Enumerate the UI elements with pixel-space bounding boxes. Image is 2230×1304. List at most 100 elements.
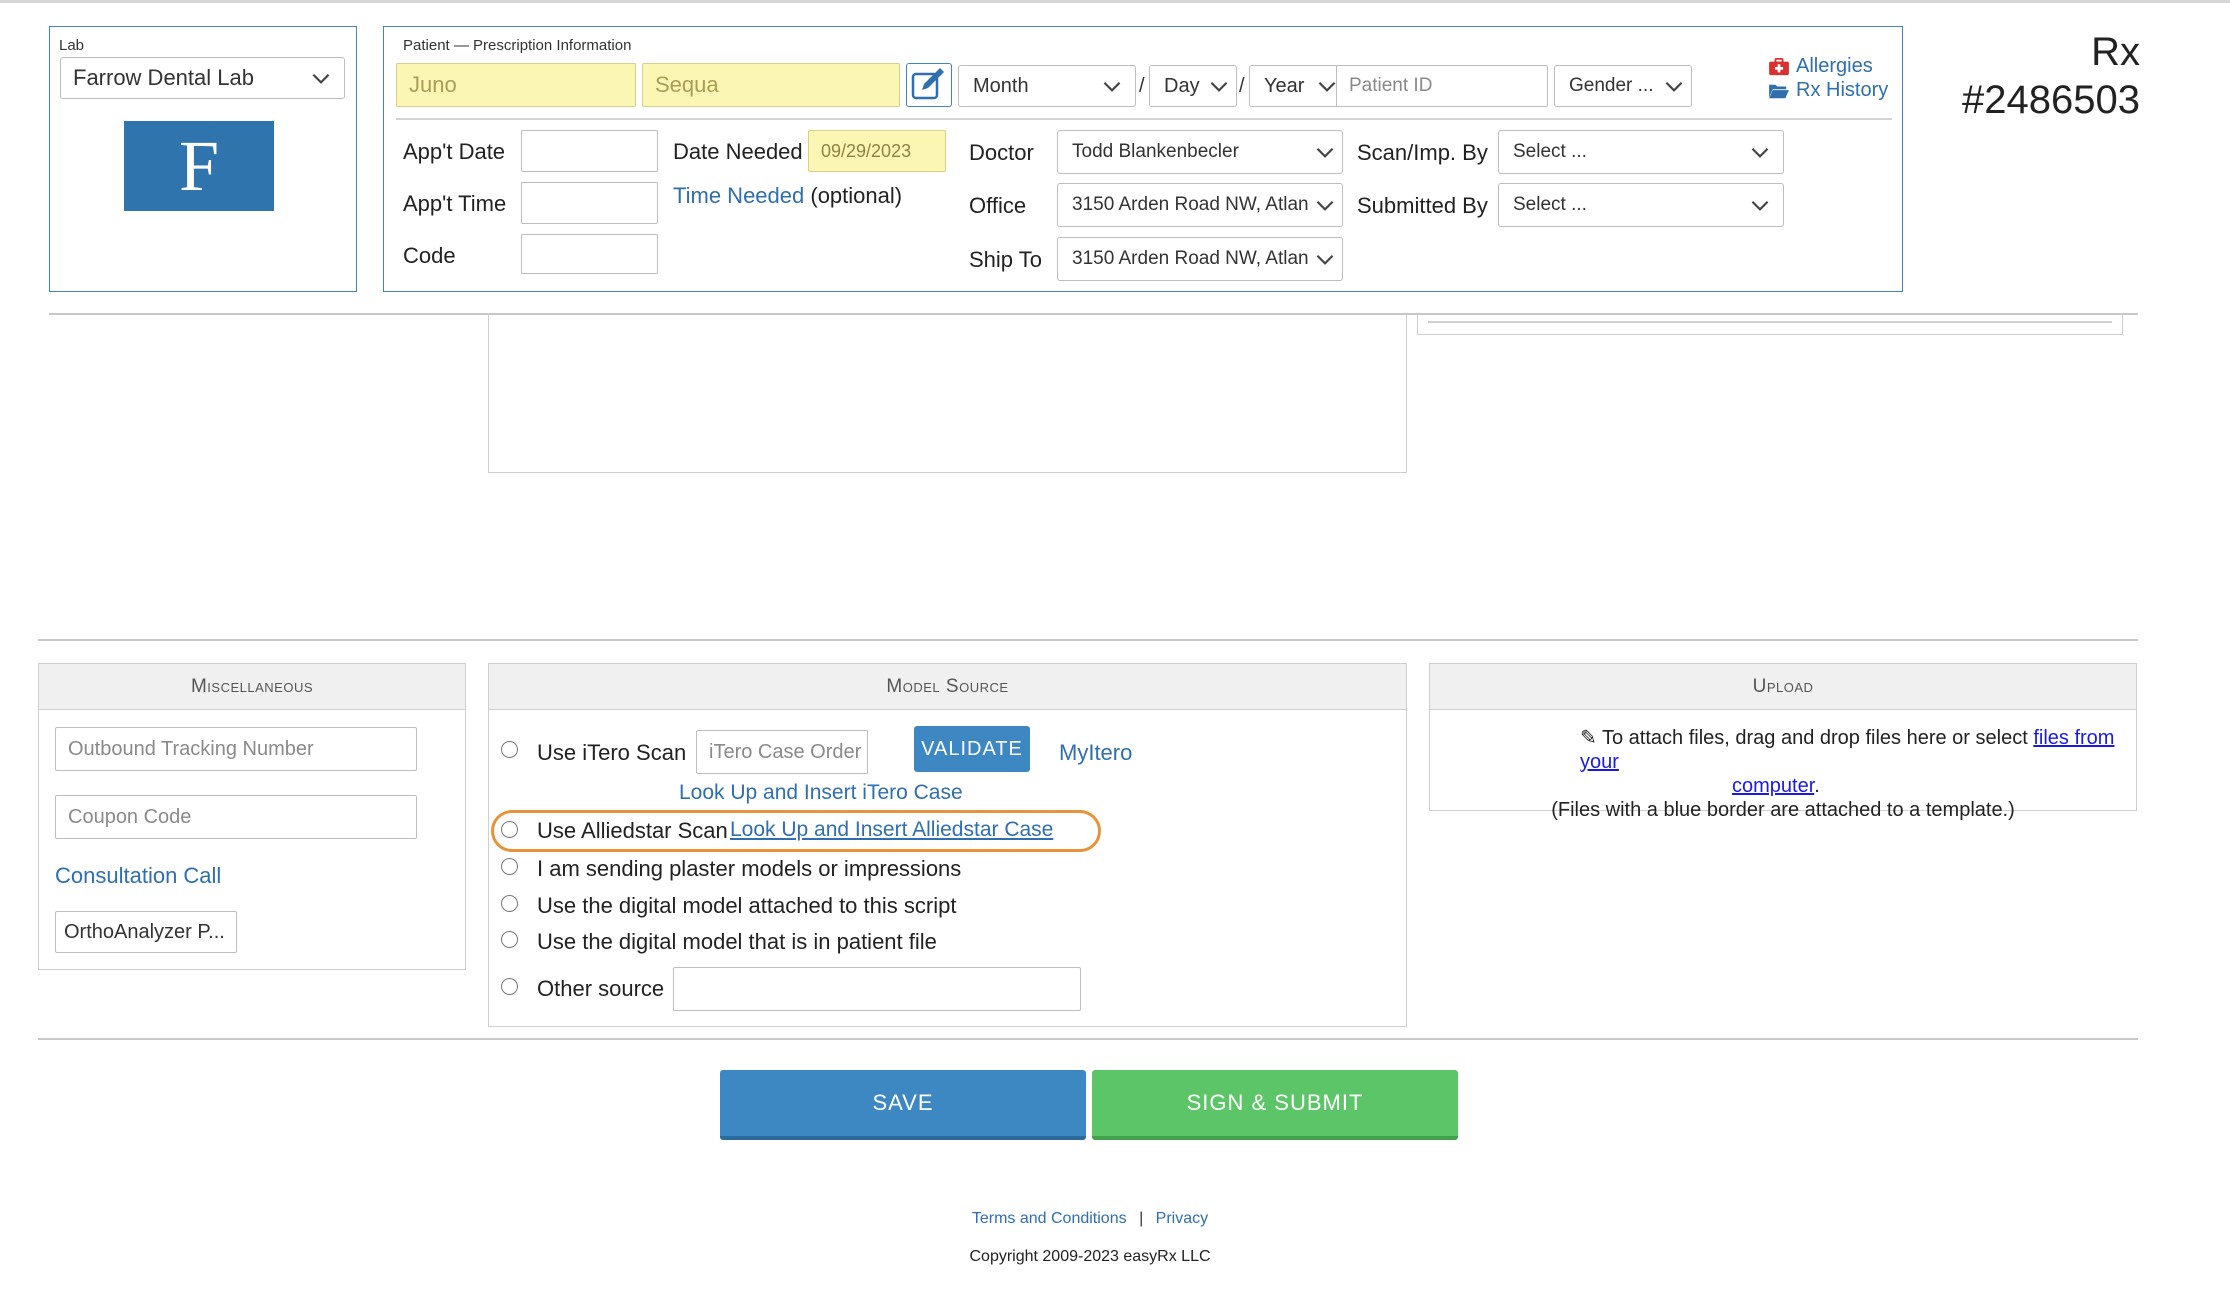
other-source-input[interactable] — [673, 967, 1081, 1011]
chevron-down-icon — [1316, 254, 1334, 265]
chevron-down-icon — [1751, 147, 1769, 158]
gender-select-value: Gender ... — [1569, 75, 1654, 96]
notes-area — [488, 313, 1407, 473]
chevron-down-icon — [1316, 147, 1334, 158]
lab-select[interactable]: Farrow Dental Lab — [60, 57, 345, 99]
lab-label: Lab — [59, 37, 85, 54]
date-needed-input[interactable]: 09/29/2023 — [808, 130, 946, 172]
paperclip-icon: ✎ — [1580, 727, 1597, 749]
model-source-title: Model Source — [489, 664, 1406, 710]
myitero-link[interactable]: MyItero — [1059, 740, 1132, 766]
files-from-computer-link[interactable]: computer — [1732, 775, 1814, 797]
upload-period: . — [1814, 775, 1820, 797]
footer-links: Terms and Conditions | Privacy — [0, 1210, 2180, 1228]
allergies-label: Allergies — [1796, 55, 1873, 77]
misc-title: Miscellaneous — [39, 664, 465, 710]
rx-label: Rx — [2091, 30, 2140, 74]
chevron-down-icon — [1316, 200, 1334, 211]
office-select[interactable]: 3150 Arden Road NW, Atlan — [1057, 183, 1343, 227]
date-separator: / — [1139, 75, 1145, 97]
scan-by-select[interactable]: Select ... — [1498, 130, 1784, 174]
other-source-radio[interactable] — [501, 978, 518, 995]
save-button[interactable]: SAVE — [720, 1070, 1086, 1140]
ship-to-label: Ship To — [969, 247, 1042, 272]
alliedstar-label: Use Alliedstar Scan — [537, 818, 728, 843]
plaster-label: I am sending plaster models or impressio… — [537, 856, 962, 881]
time-needed-link[interactable]: Time Needed — [673, 183, 804, 208]
patient-panel: Patient — Prescription Information Month… — [383, 26, 1903, 292]
code-label: Code — [403, 243, 456, 268]
digital-patient-radio[interactable] — [501, 931, 518, 948]
plaster-radio[interactable] — [501, 858, 518, 875]
right-panel-fragment — [1417, 313, 2123, 335]
tracking-number-input[interactable] — [55, 727, 417, 771]
validate-button[interactable]: VALIDATE — [914, 726, 1030, 772]
patient-section-label: Patient — Prescription Information — [403, 37, 632, 54]
chevron-down-icon — [1665, 81, 1683, 92]
edit-patient-button[interactable] — [906, 63, 952, 107]
sign-submit-button[interactable]: SIGN & SUBMIT — [1092, 1070, 1458, 1140]
last-name-input[interactable] — [642, 63, 900, 107]
doctor-select-value: Todd Blankenbecler — [1072, 141, 1239, 162]
rx-history-link[interactable]: Rx History — [1768, 79, 1888, 102]
ortho-analyzer-label: OrthoAnalyzer P... — [64, 920, 225, 943]
appt-time-input[interactable] — [521, 182, 658, 224]
upload-title: Upload — [1430, 664, 2136, 710]
terms-link[interactable]: Terms and Conditions — [972, 1210, 1127, 1227]
scan-by-select-value: Select ... — [1513, 141, 1587, 162]
ortho-analyzer-button[interactable]: OrthoAnalyzer P... — [55, 911, 237, 953]
allergies-link[interactable]: Allergies — [1768, 55, 1873, 78]
month-select[interactable]: Month — [958, 65, 1136, 107]
submitted-by-select[interactable]: Select ... — [1498, 183, 1784, 227]
date-needed-label: Date Needed — [673, 139, 803, 164]
footer-separator: | — [1139, 1210, 1144, 1227]
coupon-code-input[interactable] — [55, 795, 417, 839]
date-needed-value: 09/29/2023 — [821, 140, 912, 161]
privacy-link[interactable]: Privacy — [1156, 1210, 1208, 1227]
patient-id-input[interactable] — [1336, 65, 1548, 107]
alliedstar-radio[interactable] — [501, 821, 518, 838]
model-source-panel: Model Source Use iTero Scan VALIDATE MyI… — [488, 663, 1407, 1027]
first-name-input[interactable] — [396, 63, 636, 107]
month-select-value: Month — [973, 74, 1029, 97]
lab-logo: F — [124, 121, 274, 211]
ship-to-select-value: 3150 Arden Road NW, Atlan — [1072, 248, 1309, 269]
misc-panel: Miscellaneous Consultation Call OrthoAna… — [38, 663, 466, 970]
gender-select[interactable]: Gender ... — [1554, 65, 1692, 107]
digital-attached-label: Use the digital model attached to this s… — [537, 893, 957, 918]
upload-panel[interactable]: Upload ✎ To attach files, drag and drop … — [1429, 663, 2137, 821]
edit-icon — [911, 68, 944, 100]
lab-panel: Lab Farrow Dental Lab F — [49, 26, 357, 292]
day-select-value: Day — [1164, 74, 1200, 97]
upload-template-note: (Files with a blue border are attached t… — [1551, 799, 2015, 821]
year-select[interactable]: Year — [1249, 65, 1345, 107]
upload-instructions: ✎ To attach files, drag and drop files h… — [1430, 726, 2136, 822]
chevron-down-icon — [1751, 200, 1769, 211]
scan-by-label: Scan/Imp. By — [1357, 140, 1488, 165]
code-input[interactable] — [521, 234, 658, 274]
itero-label: Use iTero Scan — [537, 740, 687, 765]
doctor-label: Doctor — [969, 140, 1034, 165]
ship-to-select[interactable]: 3150 Arden Road NW, Atlan — [1057, 237, 1343, 281]
alliedstar-lookup-link[interactable]: Look Up and Insert Alliedstar Case — [730, 818, 1053, 842]
appt-date-label: App't Date — [403, 139, 506, 164]
section-divider — [38, 639, 2138, 641]
upload-instructions-text: To attach files, drag and drop files her… — [1601, 727, 2028, 749]
appt-date-input[interactable] — [521, 130, 658, 172]
other-source-label: Other source — [537, 976, 665, 1001]
consultation-call-link[interactable]: Consultation Call — [55, 863, 221, 889]
date-separator: / — [1239, 75, 1245, 97]
folder-open-icon — [1769, 84, 1789, 98]
day-select[interactable]: Day — [1149, 65, 1237, 107]
submitted-by-label: Submitted By — [1357, 193, 1488, 218]
itero-case-id-input[interactable] — [696, 730, 868, 774]
itero-lookup-link[interactable]: Look Up and Insert iTero Case — [679, 781, 963, 805]
top-rule — [0, 0, 2230, 3]
rx-history-label: Rx History — [1796, 79, 1889, 101]
digital-patient-label: Use the digital model that is in patient… — [537, 929, 937, 954]
itero-radio[interactable] — [501, 741, 518, 758]
chevron-down-icon — [1210, 81, 1228, 92]
validate-label: VALIDATE — [921, 737, 1023, 760]
doctor-select[interactable]: Todd Blankenbecler — [1057, 130, 1343, 174]
digital-attached-radio[interactable] — [501, 895, 518, 912]
